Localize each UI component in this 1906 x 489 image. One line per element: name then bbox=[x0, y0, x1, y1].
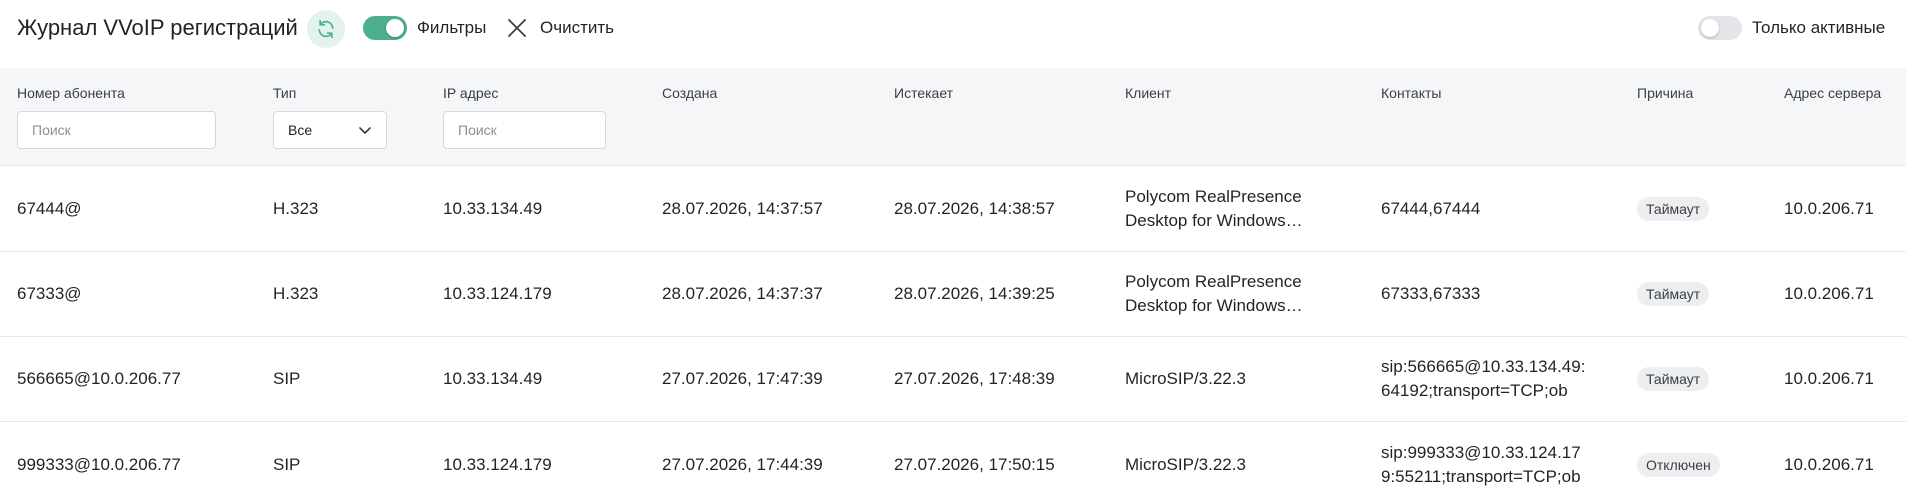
status-badge: Отключен bbox=[1637, 452, 1720, 477]
cell-expires: 27.07.2026, 17:48:39 bbox=[894, 369, 1055, 388]
cell-server: 10.0.206.71 bbox=[1784, 199, 1874, 218]
cell-type: SIP bbox=[273, 454, 301, 474]
client-line-1: Polycom RealPresence bbox=[1125, 272, 1302, 291]
cell-client: MicroSIP/3.22.3 bbox=[1125, 369, 1246, 388]
filters-label: Фильтры bbox=[417, 18, 487, 37]
contacts-line-2: 64192;transport=TCP;ob bbox=[1381, 381, 1568, 400]
cell-contacts: 67333,67333 bbox=[1381, 282, 1480, 306]
toolbar: Журнал VVoIP регистраций Фильтры Очистит… bbox=[0, 0, 1906, 56]
cell-created: 27.07.2026, 17:44:39 bbox=[662, 454, 823, 474]
type-filter-select[interactable]: Все bbox=[273, 111, 387, 149]
table-header: Номер абонента Тип IP адрес Создана Исте… bbox=[0, 68, 1906, 166]
cell-contacts: 67444,67444 bbox=[1381, 197, 1480, 221]
column-header-contacts[interactable]: Контакты bbox=[1381, 85, 1441, 101]
refresh-button[interactable] bbox=[307, 10, 345, 48]
column-header-expires[interactable]: Истекает bbox=[894, 85, 953, 101]
cell-created: 28.07.2026, 14:37:57 bbox=[662, 199, 823, 218]
client-line-1: Polycom RealPresence bbox=[1125, 187, 1302, 206]
cell-expires: 28.07.2026, 14:39:25 bbox=[894, 284, 1055, 303]
cell-type: SIP bbox=[273, 369, 301, 388]
status-badge: Таймаут bbox=[1637, 367, 1710, 391]
page-title: Журнал VVoIP регистраций bbox=[17, 15, 298, 40]
status-badge: Таймаут bbox=[1637, 282, 1710, 306]
cell-client: MicroSIP/3.22.3 bbox=[1125, 454, 1246, 474]
cell-created: 28.07.2026, 14:37:37 bbox=[662, 284, 823, 303]
column-header-number[interactable]: Номер абонента bbox=[17, 85, 125, 101]
cell-number: 999333@10.0.206.77 bbox=[17, 454, 181, 474]
only-active-label: Только активные bbox=[1752, 18, 1886, 37]
column-header-type[interactable]: Тип bbox=[273, 85, 296, 101]
table-row[interactable]: 67333@ H.323 10.33.124.179 28.07.2026, 1… bbox=[0, 252, 1906, 337]
cell-created: 27.07.2026, 17:47:39 bbox=[662, 369, 823, 388]
cell-number: 67333@ bbox=[17, 284, 82, 303]
client-line-2: Desktop for Windows… bbox=[1125, 211, 1303, 230]
cell-server: 10.0.206.71 bbox=[1784, 454, 1874, 474]
table-row[interactable]: 566665@10.0.206.77 SIP 10.33.134.49 27.0… bbox=[0, 337, 1906, 422]
toggle-knob bbox=[386, 19, 404, 37]
contacts-line-2: 9:55211;transport=TCP;ob bbox=[1381, 466, 1581, 486]
column-header-created[interactable]: Создана bbox=[662, 85, 717, 101]
column-header-client[interactable]: Клиент bbox=[1125, 85, 1171, 101]
close-icon bbox=[508, 19, 526, 37]
ip-search-input[interactable] bbox=[443, 111, 606, 149]
contacts-line-1: 67333,67333 bbox=[1381, 284, 1481, 303]
refresh-icon bbox=[318, 19, 334, 39]
cell-client: Polycom RealPresence Desktop for Windows… bbox=[1125, 185, 1303, 233]
cell-ip: 10.33.124.179 bbox=[443, 284, 552, 303]
status-badge: Таймаут bbox=[1637, 197, 1710, 221]
contacts-line-1: sip:999333@10.33.124.17 bbox=[1381, 442, 1581, 462]
cell-contacts: sip:566665@10.33.134.49: 64192;transport… bbox=[1381, 355, 1585, 403]
cell-number: 67444@ bbox=[17, 199, 82, 218]
type-filter-value: Все bbox=[288, 122, 313, 138]
column-header-server[interactable]: Адрес сервера bbox=[1784, 85, 1881, 101]
clear-button[interactable]: Очистить bbox=[506, 16, 614, 40]
cell-server: 10.0.206.71 bbox=[1784, 284, 1874, 303]
cell-server: 10.0.206.71 bbox=[1784, 369, 1874, 388]
cell-type: H.323 bbox=[273, 284, 319, 303]
cell-ip: 10.33.134.49 bbox=[443, 369, 543, 388]
cell-expires: 27.07.2026, 17:50:15 bbox=[894, 454, 1055, 474]
cell-ip: 10.33.134.49 bbox=[443, 199, 543, 218]
chevron-down-icon bbox=[359, 127, 371, 134]
cell-type: H.323 bbox=[273, 199, 319, 218]
only-active-toggle[interactable] bbox=[1698, 16, 1742, 40]
contacts-line-1: sip:566665@10.33.134.49: bbox=[1381, 357, 1586, 376]
column-header-ip[interactable]: IP адрес bbox=[443, 85, 498, 101]
contacts-line-1: 67444,67444 bbox=[1381, 199, 1481, 218]
cell-expires: 28.07.2026, 14:38:57 bbox=[894, 199, 1055, 218]
table-row[interactable]: 999333@10.0.206.77 SIP 10.33.124.179 27.… bbox=[0, 422, 1906, 489]
filters-toggle[interactable] bbox=[363, 16, 407, 40]
number-search-input[interactable] bbox=[17, 111, 216, 149]
toggle-knob bbox=[1701, 19, 1719, 37]
cell-number: 566665@10.0.206.77 bbox=[17, 369, 181, 388]
table-row[interactable]: 67444@ H.323 10.33.134.49 28.07.2026, 14… bbox=[0, 167, 1906, 252]
clear-label: Очистить bbox=[540, 18, 615, 37]
cell-ip: 10.33.124.179 bbox=[443, 454, 552, 474]
cell-contacts: sip:999333@10.33.124.17 9:55211;transpor… bbox=[1381, 441, 1581, 489]
client-line-2: Desktop for Windows… bbox=[1125, 296, 1303, 315]
cell-client: Polycom RealPresence Desktop for Windows… bbox=[1125, 270, 1303, 318]
column-header-reason[interactable]: Причина bbox=[1637, 85, 1693, 101]
